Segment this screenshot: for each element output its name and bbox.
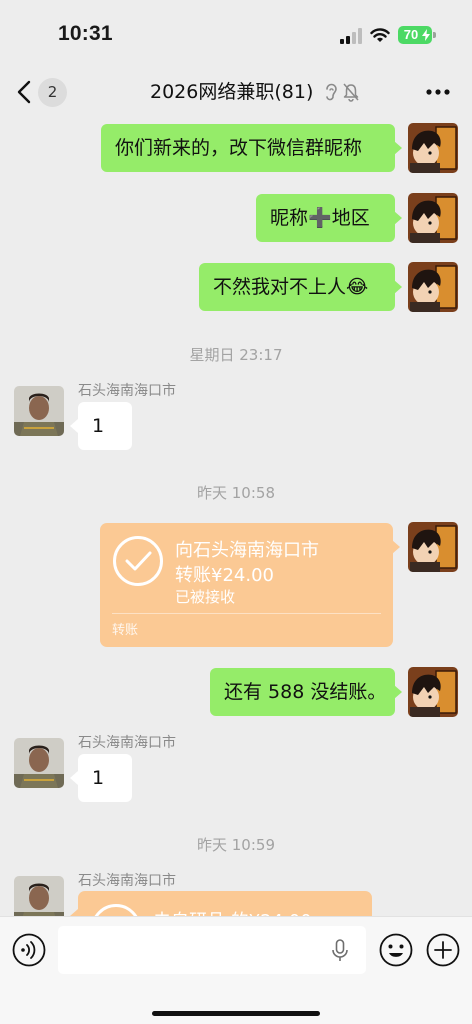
message-timestamp: 昨天 10:58 — [197, 484, 275, 502]
message-text: 还有 588 没结账。 — [224, 681, 387, 703]
input-bar — [0, 916, 472, 1024]
signal-icon — [340, 28, 362, 44]
more-icon[interactable] — [426, 88, 450, 96]
transfer-recipient: 向石头海南海口市 — [175, 540, 319, 561]
transfer-card-partial[interactable]: 未自研品 的¥24.00 — [78, 891, 372, 916]
message-bubble-other[interactable]: 1 — [78, 402, 132, 450]
voice-mode-button[interactable] — [12, 933, 46, 967]
avatar-self[interactable] — [408, 667, 458, 717]
mute-bell-icon — [343, 83, 359, 102]
man-photo-avatar-icon — [14, 876, 64, 916]
anime-boy-avatar-icon — [408, 667, 458, 717]
message-text: 不然我对不上人😂 — [213, 276, 369, 298]
transfer-footer-label: 转账 — [112, 623, 139, 638]
message-text: 1 — [92, 767, 105, 789]
bubble-tail — [394, 141, 402, 155]
bubble-tail — [394, 280, 402, 294]
bubble-tail — [70, 909, 78, 916]
message-bubble-self[interactable]: 你们新来的，改下微信群昵称 — [101, 124, 395, 172]
message-input[interactable] — [58, 926, 366, 974]
bubble-tail — [394, 211, 402, 225]
message-bubble-self[interactable]: 昵称➕地区 — [256, 194, 395, 242]
unread-count-badge[interactable]: 2 — [38, 78, 67, 107]
transfer-status: 已被接收 — [175, 588, 236, 606]
avatar-self[interactable] — [408, 262, 458, 312]
message-timestamp: 昨天 10:59 — [197, 836, 275, 854]
man-photo-avatar-icon — [14, 386, 64, 436]
battery-icon: 70 — [398, 26, 432, 44]
bubble-tail — [70, 771, 78, 785]
transfer-title-partial: 未自研品 的¥24.00 — [153, 907, 312, 916]
back-icon[interactable] — [16, 80, 32, 104]
battery-tip — [433, 32, 436, 38]
message-bubble-other[interactable]: 1 — [78, 754, 132, 802]
home-indicator[interactable] — [152, 1011, 320, 1016]
message-bubble-self[interactable]: 不然我对不上人😂 — [199, 263, 395, 311]
status-time: 10:31 — [58, 22, 113, 45]
avatar-other[interactable] — [14, 386, 64, 436]
avatar-other[interactable] — [14, 738, 64, 788]
message-timestamp: 星期日 23:17 — [189, 346, 283, 364]
transfer-amount: 转账¥24.00 — [175, 565, 274, 586]
charging-bolt-icon — [422, 29, 430, 41]
message-text: 你们新来的，改下微信群昵称 — [115, 137, 363, 159]
anime-boy-avatar-icon — [408, 522, 458, 572]
transfer-icon — [94, 904, 138, 916]
man-photo-avatar-icon — [14, 738, 64, 788]
anime-boy-avatar-icon — [408, 193, 458, 243]
chat-header: 2 2026网络兼职(81) — [0, 70, 472, 114]
status-bar: 10:31 70 — [0, 0, 472, 70]
avatar-other[interactable] — [14, 876, 64, 916]
avatar-self[interactable] — [408, 193, 458, 243]
avatar-self[interactable] — [408, 522, 458, 572]
anime-boy-avatar-icon — [408, 262, 458, 312]
message-text: 地区 — [331, 207, 370, 229]
wifi-icon — [370, 28, 390, 42]
sender-name: 石头海南海口市 — [78, 873, 176, 889]
sender-name: 石头海南海口市 — [78, 735, 176, 751]
emoji-button[interactable] — [379, 933, 413, 967]
ear-icon — [326, 83, 337, 101]
message-text: 昵称 — [270, 207, 309, 229]
battery-level: 70 — [403, 27, 419, 42]
check-circle-icon — [113, 536, 163, 586]
bubble-tail — [70, 419, 78, 433]
message-bubble-self[interactable]: 还有 588 没结账。 — [210, 668, 395, 716]
plus-emoji: ➕ — [308, 207, 332, 229]
sender-name: 石头海南海口市 — [78, 383, 176, 399]
more-features-button[interactable] — [426, 933, 460, 967]
bubble-tail — [392, 540, 400, 554]
transfer-card[interactable]: 向石头海南海口市 转账¥24.00 已被接收 转账 — [100, 523, 393, 647]
chat-message-list[interactable]: 你们新来的，改下微信群昵称 昵称➕地区 不然我对不上人😂 星期日 23:17 石… — [0, 114, 472, 916]
anime-boy-avatar-icon — [408, 123, 458, 173]
divider — [112, 613, 381, 614]
avatar-self[interactable] — [408, 123, 458, 173]
chat-title[interactable]: 2026网络兼职(81) — [150, 78, 313, 106]
bubble-tail — [394, 685, 402, 699]
microphone-icon[interactable] — [330, 939, 350, 963]
message-text: 1 — [92, 415, 105, 437]
